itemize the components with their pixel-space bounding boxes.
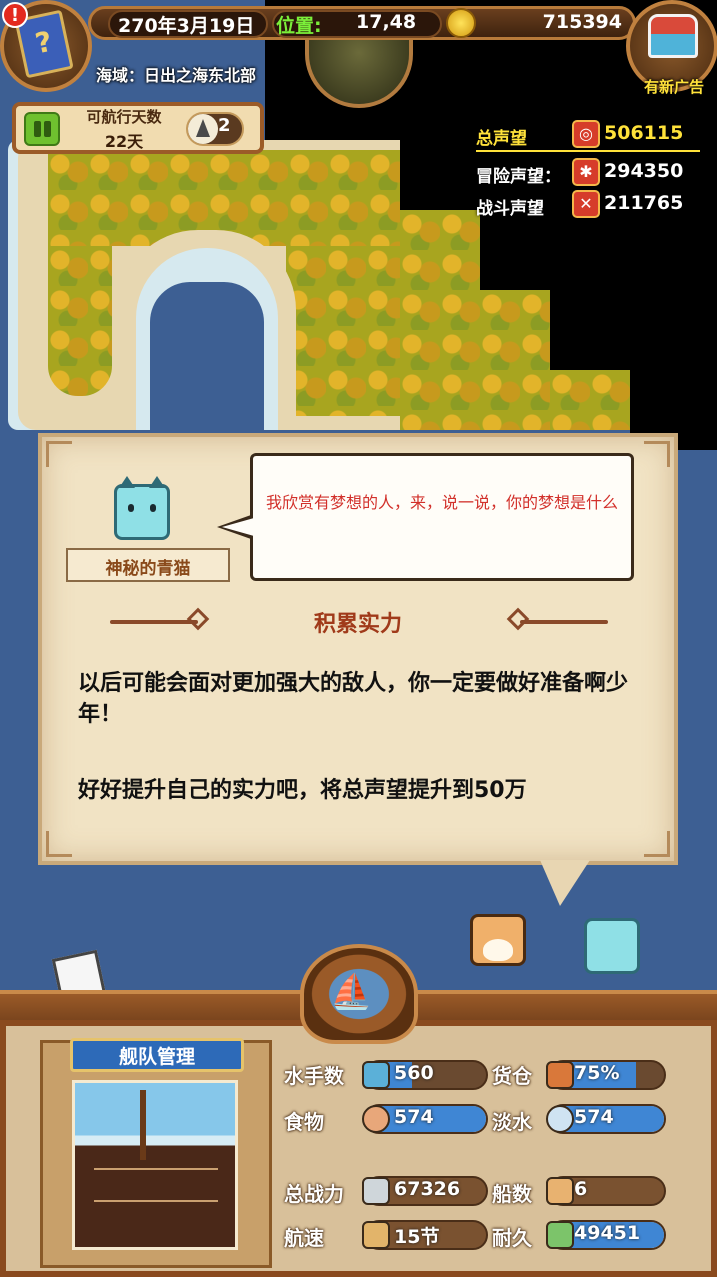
- island-forest: [400, 210, 480, 430]
- adventure-reputation-label: 冒险声望：: [476, 167, 561, 187]
- reputation-icon: ◎: [572, 120, 600, 148]
- ship-deck-line: [94, 1168, 218, 1170]
- adventure-reputation-value: 294350: [604, 160, 684, 182]
- ship-count-icon: [546, 1177, 574, 1205]
- adventure-icon: ✱: [572, 158, 600, 186]
- ship-deck-line: [94, 1200, 218, 1202]
- battle-reputation-label: 战斗声望: [476, 199, 544, 219]
- cyan-cat-icon: [584, 918, 640, 974]
- speed-value: 15节: [394, 1226, 440, 1248]
- shiba-dog-icon: [470, 914, 526, 966]
- corner-ornament: [644, 831, 670, 857]
- corner-ornament: [644, 441, 670, 467]
- speech-bubble-tail-inner: [222, 518, 254, 536]
- sailing-days-label: 可航行天数: [86, 108, 162, 126]
- sailors-value: 560: [394, 1062, 434, 1084]
- fog-of-war: [550, 290, 717, 370]
- water-label: 淡水: [492, 1110, 532, 1134]
- durability-icon: [546, 1221, 574, 1249]
- sea-region-label: 海域：日出之海东北部: [96, 66, 257, 85]
- npc-name: 神秘的青猫: [105, 559, 191, 579]
- corner-ornament: [46, 831, 72, 857]
- cat-eyes: [128, 504, 156, 512]
- npc-cat-avatar: [114, 476, 170, 540]
- dialog-tail: [540, 860, 590, 906]
- npc-speech-text: 我欣赏有梦想的人，来，说一说，你的梦想是什么: [266, 493, 619, 512]
- fog-of-war: [480, 210, 717, 290]
- island-forest: [550, 370, 630, 430]
- island-forest: [48, 246, 112, 396]
- position-value: 17,48: [356, 11, 417, 33]
- total-power-label: 总战力: [284, 1182, 344, 1206]
- water-value: 574: [574, 1106, 614, 1128]
- cargo-label: 货仓: [492, 1064, 532, 1088]
- task-goal: 好好提升自己的实力吧，将总声望提升到50万: [78, 778, 527, 803]
- task-description: 以后可能会面对更加强大的敌人，你一定要做好准备啊少年！: [78, 671, 629, 727]
- durability-label: 耐久: [492, 1226, 532, 1250]
- island-forest: [286, 246, 400, 416]
- pause-icon[interactable]: [24, 112, 60, 146]
- task-title: 积累实力: [313, 612, 402, 637]
- food-label: 食物: [284, 1110, 324, 1134]
- battle-icon: ✕: [572, 190, 600, 218]
- fleet-management-title[interactable]: 舰队管理: [70, 1042, 244, 1069]
- title-divider-right: [520, 620, 608, 624]
- island-forest: [480, 290, 550, 430]
- ship-icon[interactable]: ⛵: [330, 972, 372, 1012]
- ships-value: 6: [574, 1178, 588, 1200]
- battle-reputation-value: 211765: [604, 192, 684, 214]
- cargo-value: 75%: [574, 1062, 620, 1084]
- sailing-days-value: 22天: [104, 132, 144, 151]
- alert-icon: !: [2, 2, 28, 28]
- treasure-chest-icon[interactable]: [648, 14, 698, 58]
- meat-icon: [362, 1105, 390, 1133]
- compass-icon[interactable]: [188, 114, 218, 144]
- ship-mast: [140, 1090, 146, 1160]
- corner-ornament: [46, 441, 72, 467]
- water-jug-icon: [546, 1105, 574, 1133]
- fleet-ship-image[interactable]: [72, 1080, 238, 1250]
- title-divider-left: [110, 620, 198, 624]
- sailors-label: 水手数: [284, 1064, 344, 1088]
- total-power-value: 67326: [394, 1178, 461, 1200]
- total-reputation-label: 总声望: [476, 129, 527, 149]
- speed-ship-icon: [362, 1221, 390, 1249]
- cargo-icon: [546, 1061, 574, 1089]
- durability-value: 49451: [574, 1222, 641, 1244]
- food-value: 574: [394, 1106, 434, 1128]
- total-reputation-value: 506115: [604, 122, 684, 144]
- island-inlet: [150, 282, 264, 430]
- speed-label: 航速: [284, 1226, 324, 1250]
- sailor-icon: [362, 1061, 390, 1089]
- compass-count: 2: [218, 115, 231, 136]
- position-label: 位置:: [276, 15, 322, 37]
- gold-coin-icon: [446, 8, 476, 38]
- crossed-swords-icon: [362, 1177, 390, 1205]
- gold-amount: 715394: [542, 11, 622, 33]
- game-date: 270年3月19日: [118, 15, 255, 37]
- reputation-underline: [476, 150, 700, 152]
- ships-label: 船数: [492, 1182, 532, 1206]
- ad-label[interactable]: 有新广告: [632, 76, 716, 97]
- speech-bubble: [250, 453, 634, 581]
